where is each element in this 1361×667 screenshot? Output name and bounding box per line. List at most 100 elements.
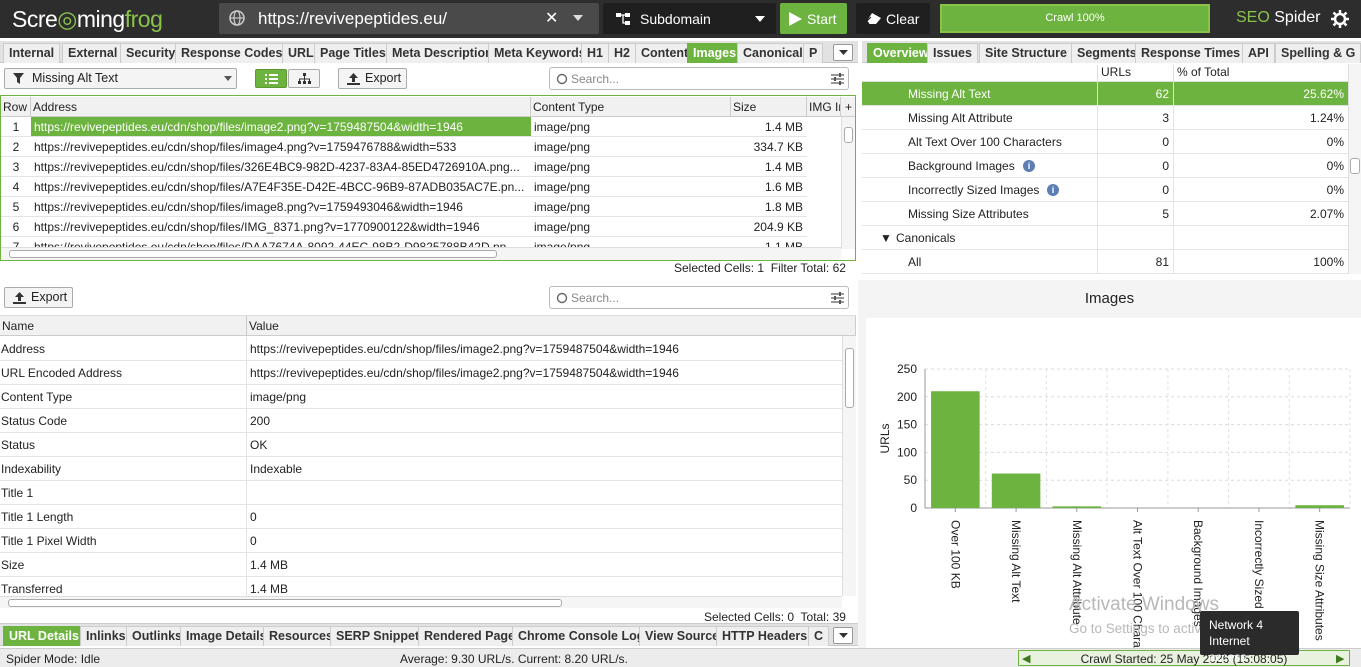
tab-security[interactable]: Security bbox=[120, 43, 182, 63]
overview-row-background-images[interactable]: Background Images i 0 0% bbox=[862, 154, 1348, 178]
start-button[interactable]: Start bbox=[780, 3, 847, 34]
col-header-value[interactable]: Value bbox=[247, 316, 856, 336]
details-value-cell[interactable]: image/png bbox=[247, 385, 842, 409]
table-cell-address[interactable]: https://revivepeptides.eu/cdn/shop/files… bbox=[31, 137, 531, 157]
overview-section-canonicals[interactable]: ▼ Canonicals bbox=[862, 226, 1348, 250]
tab-response-codes[interactable]: Response Codes bbox=[175, 43, 289, 63]
table-cell-type[interactable]: image/png bbox=[531, 217, 731, 237]
url-input-box[interactable]: https://revivepeptides.eu/ ✕ bbox=[219, 3, 599, 34]
details-export-button[interactable]: Export bbox=[4, 287, 73, 308]
table-cell-size[interactable]: 334.7 KB bbox=[731, 137, 807, 157]
details-name-cell[interactable]: Status Code bbox=[0, 409, 247, 433]
tab-inlinks[interactable]: Inlinks bbox=[80, 626, 132, 646]
col-header-row[interactable]: Row bbox=[1, 97, 31, 117]
tree-view-button[interactable] bbox=[288, 69, 320, 88]
tab-chrome-console-log[interactable]: Chrome Console Log bbox=[512, 626, 651, 646]
tab-c[interactable]: C bbox=[808, 626, 830, 646]
export-button[interactable]: Export bbox=[338, 68, 407, 89]
url-input[interactable]: https://revivepeptides.eu/ bbox=[258, 9, 447, 29]
gear-icon[interactable] bbox=[1331, 10, 1349, 28]
tab-meta-keywords[interactable]: Meta Keywords bbox=[488, 43, 592, 63]
table-cell-type[interactable]: image/png bbox=[531, 177, 731, 197]
table-cell-address[interactable]: https://revivepeptides.eu/cdn/shop/files… bbox=[31, 177, 531, 197]
tab-api[interactable]: API bbox=[1242, 43, 1275, 63]
bar-missing-alt-text[interactable] bbox=[991, 473, 1041, 508]
table-cell-row[interactable]: 6 bbox=[1, 217, 31, 237]
tab-resources[interactable]: Resources bbox=[263, 626, 339, 646]
tabs-overflow-dropdown[interactable] bbox=[833, 627, 853, 644]
col-header-content-type[interactable]: Content Type bbox=[531, 97, 731, 117]
overview-scrollbar[interactable] bbox=[1348, 64, 1361, 274]
overview-row-alt-text-over-100-characters[interactable]: Alt Text Over 100 Characters 0 0% bbox=[862, 130, 1348, 154]
table-cell-address[interactable]: https://revivepeptides.eu/cdn/shop/files… bbox=[31, 117, 531, 137]
table-cell-address[interactable]: https://revivepeptides.eu/cdn/shop/files… bbox=[31, 157, 531, 177]
crawl-mode-select[interactable]: Subdomain bbox=[603, 3, 776, 34]
details-name-cell[interactable]: Title 1 bbox=[0, 481, 247, 505]
overview-row-missing-alt-attribute[interactable]: Missing Alt Attribute 3 1.24% bbox=[862, 106, 1348, 130]
url-dropdown-icon[interactable] bbox=[573, 15, 583, 21]
scrollbar-thumb[interactable] bbox=[845, 348, 854, 408]
add-column-icon[interactable]: + bbox=[841, 97, 855, 117]
tab-outlinks[interactable]: Outlinks bbox=[126, 626, 189, 646]
table-cell-address[interactable]: https://revivepeptides.eu/cdn/shop/files… bbox=[31, 197, 531, 217]
scrollbar-thumb[interactable] bbox=[844, 127, 853, 143]
filter-select[interactable]: Missing Alt Text bbox=[4, 68, 237, 89]
chevron-right-icon[interactable]: ▶ bbox=[1336, 652, 1344, 665]
details-search-input[interactable]: Search... bbox=[549, 286, 849, 309]
tab-content[interactable]: Content bbox=[635, 43, 695, 63]
details-name-cell[interactable]: URL Encoded Address bbox=[0, 361, 247, 385]
hscroll-thumb[interactable] bbox=[9, 250, 497, 258]
tab-image-details[interactable]: Image Details bbox=[180, 626, 273, 646]
details-value-cell[interactable]: OK bbox=[247, 433, 842, 457]
table-cell-row[interactable]: 1 bbox=[1, 117, 31, 137]
details-name-cell[interactable]: Status bbox=[0, 433, 247, 457]
overview-row-missing-alt-text[interactable]: Missing Alt Text 62 25.62% bbox=[862, 82, 1348, 106]
info-icon[interactable]: i bbox=[1023, 160, 1035, 172]
tab-h1[interactable]: H1 bbox=[581, 43, 609, 63]
tab-url-details[interactable]: URL Details bbox=[3, 626, 85, 646]
overview-row-incorrectly-sized-images[interactable]: Incorrectly Sized Images i 0 0% bbox=[862, 178, 1348, 202]
tab-http-headers[interactable]: HTTP Headers bbox=[716, 626, 814, 646]
details-name-cell[interactable]: Size bbox=[0, 553, 247, 577]
tab-images[interactable]: Images bbox=[687, 43, 743, 63]
table-cell-type[interactable]: image/png bbox=[531, 197, 731, 217]
bar-missing-size-attributes[interactable] bbox=[1295, 505, 1344, 508]
tab-response-times[interactable]: Response Times bbox=[1135, 43, 1247, 63]
details-value-cell[interactable]: 0 bbox=[247, 505, 842, 529]
search-options-icon[interactable] bbox=[831, 292, 844, 304]
details-value-cell[interactable]: https://revivepeptides.eu/cdn/shop/files… bbox=[247, 361, 842, 385]
details-name-cell[interactable]: Address bbox=[0, 337, 247, 361]
collapse-arrow-icon[interactable]: ▼ bbox=[880, 226, 892, 250]
tab-internal[interactable]: Internal bbox=[3, 43, 61, 63]
bar-over-100-kb[interactable] bbox=[931, 391, 980, 508]
details-hscrollbar[interactable] bbox=[0, 596, 842, 608]
table-cell-row[interactable]: 3 bbox=[1, 157, 31, 177]
table-cell-size[interactable]: 1.4 MB bbox=[731, 117, 807, 137]
details-name-cell[interactable]: Title 1 Pixel Width bbox=[0, 529, 247, 553]
list-view-button[interactable] bbox=[255, 69, 287, 88]
details-value-cell[interactable] bbox=[247, 481, 842, 505]
overview-row[interactable]: All 81 100% bbox=[862, 250, 1348, 274]
table-cell-size[interactable]: 204.9 KB bbox=[731, 217, 807, 237]
clear-url-icon[interactable]: ✕ bbox=[545, 8, 558, 28]
hscroll-thumb[interactable] bbox=[8, 599, 562, 607]
table-cell-type[interactable]: image/png bbox=[531, 137, 731, 157]
tab-serp-snippet[interactable]: SERP Snippet bbox=[330, 626, 426, 646]
table-cell-size[interactable]: 1.8 MB bbox=[731, 197, 807, 217]
col-header-name[interactable]: Name bbox=[0, 316, 247, 336]
details-value-cell[interactable]: 1.4 MB bbox=[247, 553, 842, 577]
bar-missing-alt-attribute[interactable] bbox=[1052, 506, 1102, 508]
col-header-img-inlinks[interactable]: IMG In bbox=[807, 97, 841, 117]
search-input[interactable]: Search... bbox=[549, 67, 849, 90]
tab-page-titles[interactable]: Page Titles bbox=[314, 43, 392, 63]
tab-segments[interactable]: Segments bbox=[1071, 43, 1143, 63]
overview-row-missing-size-attributes[interactable]: Missing Size Attributes 5 2.07% bbox=[862, 202, 1348, 226]
details-value-cell[interactable]: 200 bbox=[247, 409, 842, 433]
details-value-cell[interactable]: Indexable bbox=[247, 457, 842, 481]
table-cell-type[interactable]: image/png bbox=[531, 117, 731, 137]
scrollbar-thumb[interactable] bbox=[1350, 158, 1360, 174]
table-cell-row[interactable]: 5 bbox=[1, 197, 31, 217]
tab-p[interactable]: P bbox=[803, 43, 824, 63]
details-name-cell[interactable]: Title 1 Length bbox=[0, 505, 247, 529]
table-cell-size[interactable]: 1.6 MB bbox=[731, 177, 807, 197]
